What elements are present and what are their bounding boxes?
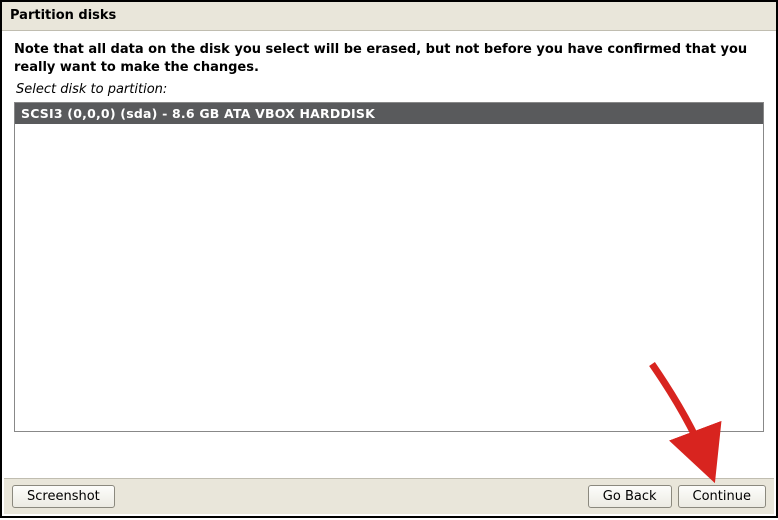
footer-right: Go Back Continue [588, 485, 766, 508]
footer-left: Screenshot [12, 485, 115, 508]
disk-item-selected[interactable]: SCSI3 (0,0,0) (sda) - 8.6 GB ATA VBOX HA… [15, 103, 763, 124]
disk-listbox[interactable]: SCSI3 (0,0,0) (sda) - 8.6 GB ATA VBOX HA… [14, 102, 764, 432]
continue-button[interactable]: Continue [678, 485, 766, 508]
go-back-button[interactable]: Go Back [588, 485, 672, 508]
select-disk-label: Select disk to partition: [16, 82, 764, 97]
content-area: Note that all data on the disk you selec… [2, 31, 776, 432]
footer-bar: Screenshot Go Back Continue [4, 478, 774, 514]
screenshot-button[interactable]: Screenshot [12, 485, 115, 508]
window-title: Partition disks [10, 8, 116, 23]
warning-note: Note that all data on the disk you selec… [14, 41, 764, 76]
title-bar: Partition disks [2, 2, 776, 31]
